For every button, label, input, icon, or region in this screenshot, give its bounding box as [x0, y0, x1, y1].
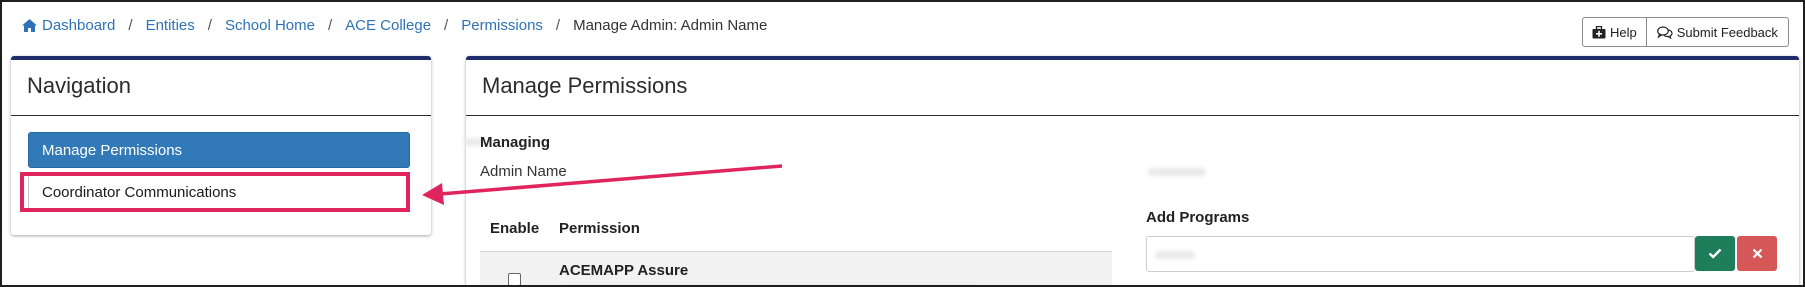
help-label: Help — [1610, 24, 1637, 40]
managing-label: Managing — [480, 134, 550, 151]
breadcrumb-dashboard[interactable]: Dashboard — [42, 17, 115, 34]
breadcrumb-entities[interactable]: Entities — [146, 17, 195, 34]
cancel-button[interactable] — [1737, 236, 1777, 271]
breadcrumb-current: Manage Admin: Admin Name — [573, 17, 768, 34]
enable-checkbox[interactable] — [508, 273, 521, 285]
add-programs-label: Add Programs — [1146, 209, 1250, 226]
permission-title: ACEMAPP Assure — [559, 262, 689, 279]
column-permission: Permission — [559, 220, 640, 237]
permissions-table-header: Enable Permission — [480, 211, 1112, 252]
nav-manage-permissions[interactable]: Manage Permissions — [28, 132, 410, 168]
navigation-title: Navigation — [11, 60, 431, 116]
breadcrumb-permissions[interactable]: Permissions — [461, 17, 543, 34]
home-icon — [21, 18, 38, 33]
breadcrumb-separator: / — [444, 17, 449, 34]
redacted-text — [1148, 168, 1206, 176]
admin-name: Admin Name — [480, 163, 567, 180]
medical-kit-icon — [1592, 25, 1606, 38]
feedback-label: Submit Feedback — [1676, 24, 1778, 40]
chat-bubbles-icon — [1656, 25, 1673, 39]
breadcrumb-separator: / — [327, 17, 333, 34]
breadcrumb-ace-college[interactable]: ACE College — [345, 17, 431, 34]
close-icon — [1752, 248, 1762, 259]
confirm-button[interactable] — [1695, 236, 1735, 271]
checkmark-icon — [1708, 248, 1722, 259]
breadcrumb-separator: / — [555, 17, 561, 34]
top-button-group: Help Submit Feedback — [1582, 17, 1789, 47]
breadcrumb-separator: / — [128, 17, 133, 34]
manage-permissions-title: Manage Permissions — [466, 60, 1799, 116]
app-frame: Dashboard / Entities / School Home / ACE… — [0, 0, 1805, 287]
breadcrumb-school-home[interactable]: School Home — [225, 17, 315, 34]
column-enable: Enable — [490, 220, 540, 237]
breadcrumb: Dashboard / Entities / School Home / ACE… — [21, 17, 767, 34]
redacted-text — [1155, 251, 1195, 259]
table-row: ACEMAPP Assure — [480, 252, 1112, 285]
submit-feedback-button[interactable]: Submit Feedback — [1646, 17, 1789, 47]
highlight-callout-box — [20, 172, 410, 212]
breadcrumb-separator: / — [207, 17, 212, 34]
add-programs-input[interactable] — [1146, 236, 1695, 272]
help-button[interactable]: Help — [1582, 17, 1647, 47]
